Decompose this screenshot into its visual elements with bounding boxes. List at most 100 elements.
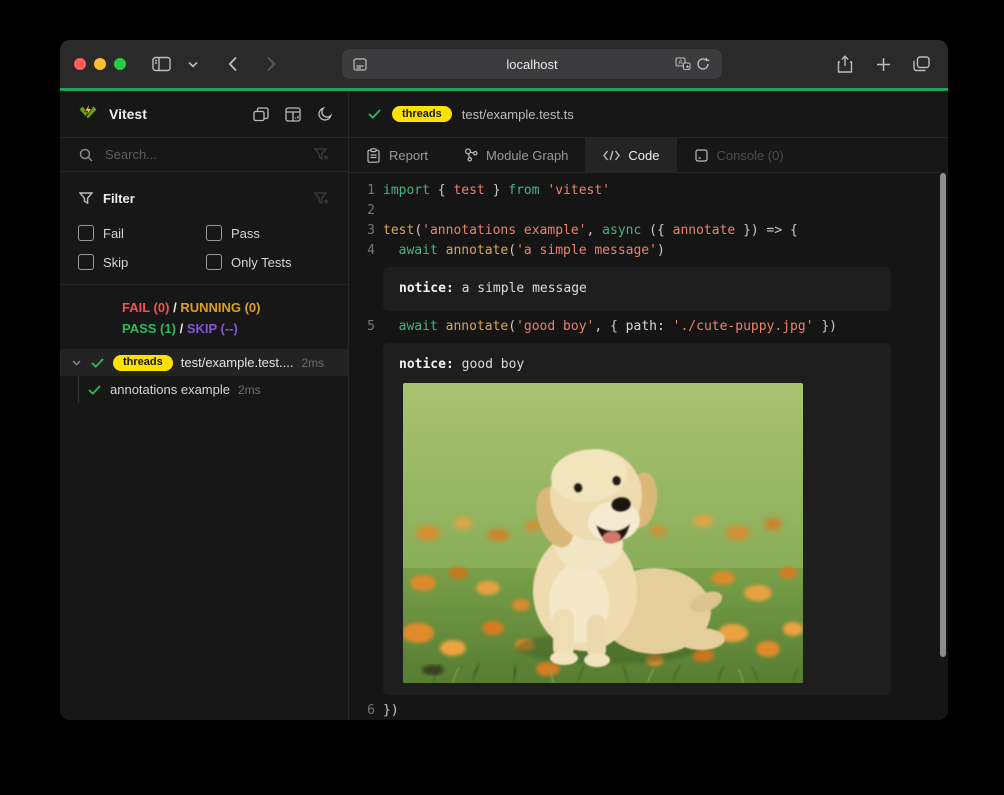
- test-file-row[interactable]: threads test/example.test.... 2ms: [60, 349, 348, 376]
- code-token: (: [414, 223, 422, 238]
- pool-badge: threads: [392, 106, 452, 122]
- code-token: annotate: [438, 319, 508, 334]
- minimize-button[interactable]: [94, 58, 106, 70]
- filter-section: Filter Fail Pass Skip Only Tests: [60, 172, 348, 285]
- running-count: RUNNING (0): [180, 300, 260, 315]
- translate-icon[interactable]: A★: [673, 51, 693, 77]
- funnel-icon: [78, 185, 94, 211]
- code-token: [383, 319, 399, 334]
- test-case-row[interactable]: annotations example 2ms: [60, 376, 348, 403]
- new-tab-icon[interactable]: [870, 51, 896, 77]
- tab-label: Console (0): [717, 148, 784, 163]
- url-text: localhost: [342, 57, 722, 72]
- code-token: 'annotations example': [422, 223, 586, 238]
- tab-module-graph[interactable]: Module Graph: [445, 138, 585, 172]
- tab-label: Report: [389, 148, 428, 163]
- chevron-down-icon[interactable]: [70, 350, 82, 376]
- code-token: annotate: [673, 223, 736, 238]
- test-case-name: annotations example: [110, 382, 230, 397]
- code-line: 2: [349, 201, 948, 221]
- filter-label: Only Tests: [231, 255, 291, 270]
- filter-checkbox-pass[interactable]: Pass: [206, 225, 334, 241]
- line-number: 3: [349, 221, 375, 241]
- code-token: }): [814, 319, 837, 334]
- report-icon: [366, 142, 381, 168]
- tab-overview-icon[interactable]: [908, 51, 934, 77]
- code-token: test: [383, 223, 414, 238]
- svg-text:A: A: [678, 60, 683, 67]
- tab-label: Module Graph: [486, 148, 568, 163]
- share-icon[interactable]: [832, 51, 858, 77]
- tab-label: Code: [628, 148, 659, 163]
- open-file-name: test/example.test.ts: [462, 107, 574, 122]
- pass-count: PASS (1): [122, 321, 176, 336]
- code-token: 'a simple message': [516, 243, 657, 258]
- traffic-lights: [74, 58, 126, 70]
- clear-filters-icon[interactable]: [308, 185, 334, 211]
- annotation-label: notice:: [399, 281, 454, 296]
- code-token: './cute-puppy.jpg': [673, 319, 814, 334]
- code-token: await: [399, 319, 438, 334]
- filter-label: Fail: [103, 226, 124, 241]
- scrollbar-thumb[interactable]: [940, 173, 946, 657]
- dashboard-icon[interactable]: [284, 105, 302, 123]
- code-token: test: [453, 183, 484, 198]
- chevron-down-icon[interactable]: [180, 51, 206, 77]
- summary-line-2: PASS (1) / SKIP (--): [122, 318, 338, 339]
- app-title: Vitest: [109, 106, 147, 122]
- code-editor[interactable]: 1import { test } from 'vitest'23test('an…: [349, 173, 948, 720]
- fail-count: FAIL (0): [122, 300, 169, 315]
- zoom-button[interactable]: [114, 58, 126, 70]
- code-token: }): [383, 703, 399, 718]
- code-token: ): [657, 243, 665, 258]
- code-token: , {: [594, 319, 625, 334]
- filter-checkbox-skip[interactable]: Skip: [78, 254, 206, 270]
- reload-icon[interactable]: [693, 51, 713, 77]
- tab-code[interactable]: Code: [585, 138, 676, 172]
- browser-toolbar: localhost A★: [60, 40, 948, 88]
- clear-search-filter-icon[interactable]: [308, 142, 334, 168]
- code-token: (: [508, 319, 516, 334]
- indent-guide: [78, 376, 79, 403]
- close-button[interactable]: [74, 58, 86, 70]
- annotation-message: a simple message: [454, 281, 587, 296]
- sidebar-toggle-icon[interactable]: [148, 51, 174, 77]
- filter-checkbox-only-tests[interactable]: Only Tests: [206, 254, 334, 270]
- checkbox-icon: [78, 225, 94, 241]
- tab-console[interactable]: Console (0): [677, 138, 801, 172]
- line-number: 1: [349, 181, 375, 201]
- code-token: async: [602, 223, 641, 238]
- collapse-panels-icon[interactable]: [252, 105, 270, 123]
- filter-label: Skip: [103, 255, 128, 270]
- pass-check-icon: [90, 350, 105, 376]
- code-token: await: [399, 243, 438, 258]
- tab-report[interactable]: Report: [349, 138, 445, 172]
- back-button[interactable]: [220, 51, 246, 77]
- address-bar[interactable]: localhost A★: [342, 49, 722, 79]
- pass-check-icon: [367, 101, 382, 127]
- code-token: }) => {: [735, 223, 798, 238]
- annotation-message: good boy: [454, 357, 524, 372]
- line-number: 2: [349, 201, 375, 221]
- annotation-notice: notice: good boy: [383, 343, 891, 695]
- dark-mode-moon-icon[interactable]: [316, 105, 334, 123]
- puppy-photo: [403, 383, 803, 683]
- main-panel: threads test/example.test.ts Report Modu…: [349, 91, 948, 720]
- code-token: 'vitest': [540, 183, 610, 198]
- module-graph-icon: [462, 142, 478, 168]
- pass-check-icon: [87, 377, 102, 403]
- code-token: from: [508, 183, 539, 198]
- filter-title: Filter: [103, 191, 135, 206]
- line-number: 4: [349, 241, 375, 261]
- code-line: 6}): [349, 701, 948, 720]
- code-token: [665, 319, 673, 334]
- search-input[interactable]: [103, 146, 299, 163]
- forward-button[interactable]: [258, 51, 284, 77]
- code-token: 'good boy': [516, 319, 594, 334]
- code-token: ,: [587, 223, 603, 238]
- filter-checkbox-fail[interactable]: Fail: [78, 225, 206, 241]
- code-icon: [602, 142, 620, 168]
- page-format-icon[interactable]: [351, 51, 369, 77]
- skip-count: SKIP (--): [187, 321, 238, 336]
- puppy-photo: [403, 383, 803, 683]
